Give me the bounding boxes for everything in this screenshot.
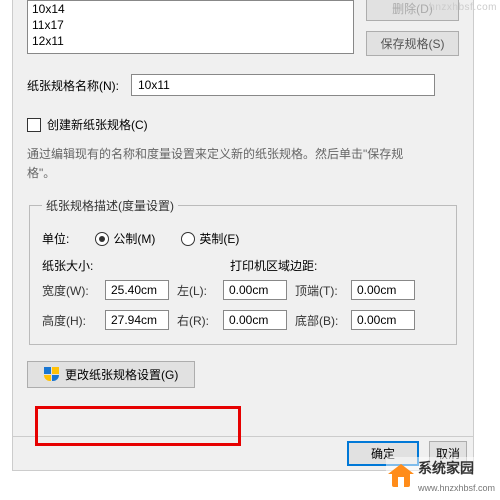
width-input[interactable]: 25.40cm xyxy=(105,280,169,300)
imperial-radio[interactable]: 英制(E) xyxy=(181,230,239,247)
left-input[interactable]: 0.00cm xyxy=(223,280,287,300)
spec-description-fieldset: 纸张规格描述(度量设置) 单位: 公制(M) 英制(E) 纸张大小: 打印机区域… xyxy=(29,197,457,345)
help-text: 通过编辑现有的名称和度量设置来定义新的纸张规格。然后单击"保存规格"。 xyxy=(27,145,427,183)
create-new-label: 创建新纸张规格(C) xyxy=(47,116,148,133)
bottom-input[interactable]: 0.00cm xyxy=(351,310,415,330)
width-label: 宽度(W): xyxy=(42,282,97,299)
list-item[interactable]: 10x14 xyxy=(28,1,353,17)
change-spec-settings-button[interactable]: 更改纸张规格设置(G) xyxy=(27,361,195,388)
watermark-url: www.hnzxhbsf.com xyxy=(418,483,495,493)
paper-spec-listbox[interactable]: 10x14 11x17 12x11 xyxy=(27,0,354,54)
create-new-checkbox[interactable] xyxy=(27,118,41,132)
spec-name-label: 纸张规格名称(N): xyxy=(27,77,119,94)
top-label: 顶端(T): xyxy=(295,282,343,299)
unit-label: 单位: xyxy=(42,230,69,247)
watermark-top: hnzxhbsf.com xyxy=(429,2,497,13)
height-input[interactable]: 27.94cm xyxy=(105,310,169,330)
height-label: 高度(H): xyxy=(42,312,97,329)
dialog-frame: 10x14 11x17 12x11 删除(D) 保存规格(S) 纸张规格名称(N… xyxy=(12,0,474,471)
list-item[interactable]: 12x11 xyxy=(28,33,353,49)
spec-name-input[interactable]: 10x11 xyxy=(131,74,435,96)
top-input[interactable]: 0.00cm xyxy=(351,280,415,300)
uac-shield-icon xyxy=(44,367,59,382)
bottom-label: 底部(B): xyxy=(295,312,343,329)
watermark-logo: 系统家园 www.hnzxhbsf.com xyxy=(386,457,497,495)
metric-radio[interactable]: 公制(M) xyxy=(95,230,155,247)
save-spec-button[interactable]: 保存规格(S) xyxy=(366,31,459,56)
right-label: 右(R): xyxy=(177,312,215,329)
right-input[interactable]: 0.00cm xyxy=(223,310,287,330)
watermark-name: 系统家园 xyxy=(418,460,474,476)
house-icon xyxy=(388,464,414,488)
printer-margin-label: 打印机区域边距: xyxy=(230,257,317,274)
list-item[interactable]: 11x17 xyxy=(28,17,353,33)
left-label: 左(L): xyxy=(177,282,215,299)
fieldset-legend: 纸张规格描述(度量设置) xyxy=(42,197,178,214)
paper-size-label: 纸张大小: xyxy=(42,257,112,274)
